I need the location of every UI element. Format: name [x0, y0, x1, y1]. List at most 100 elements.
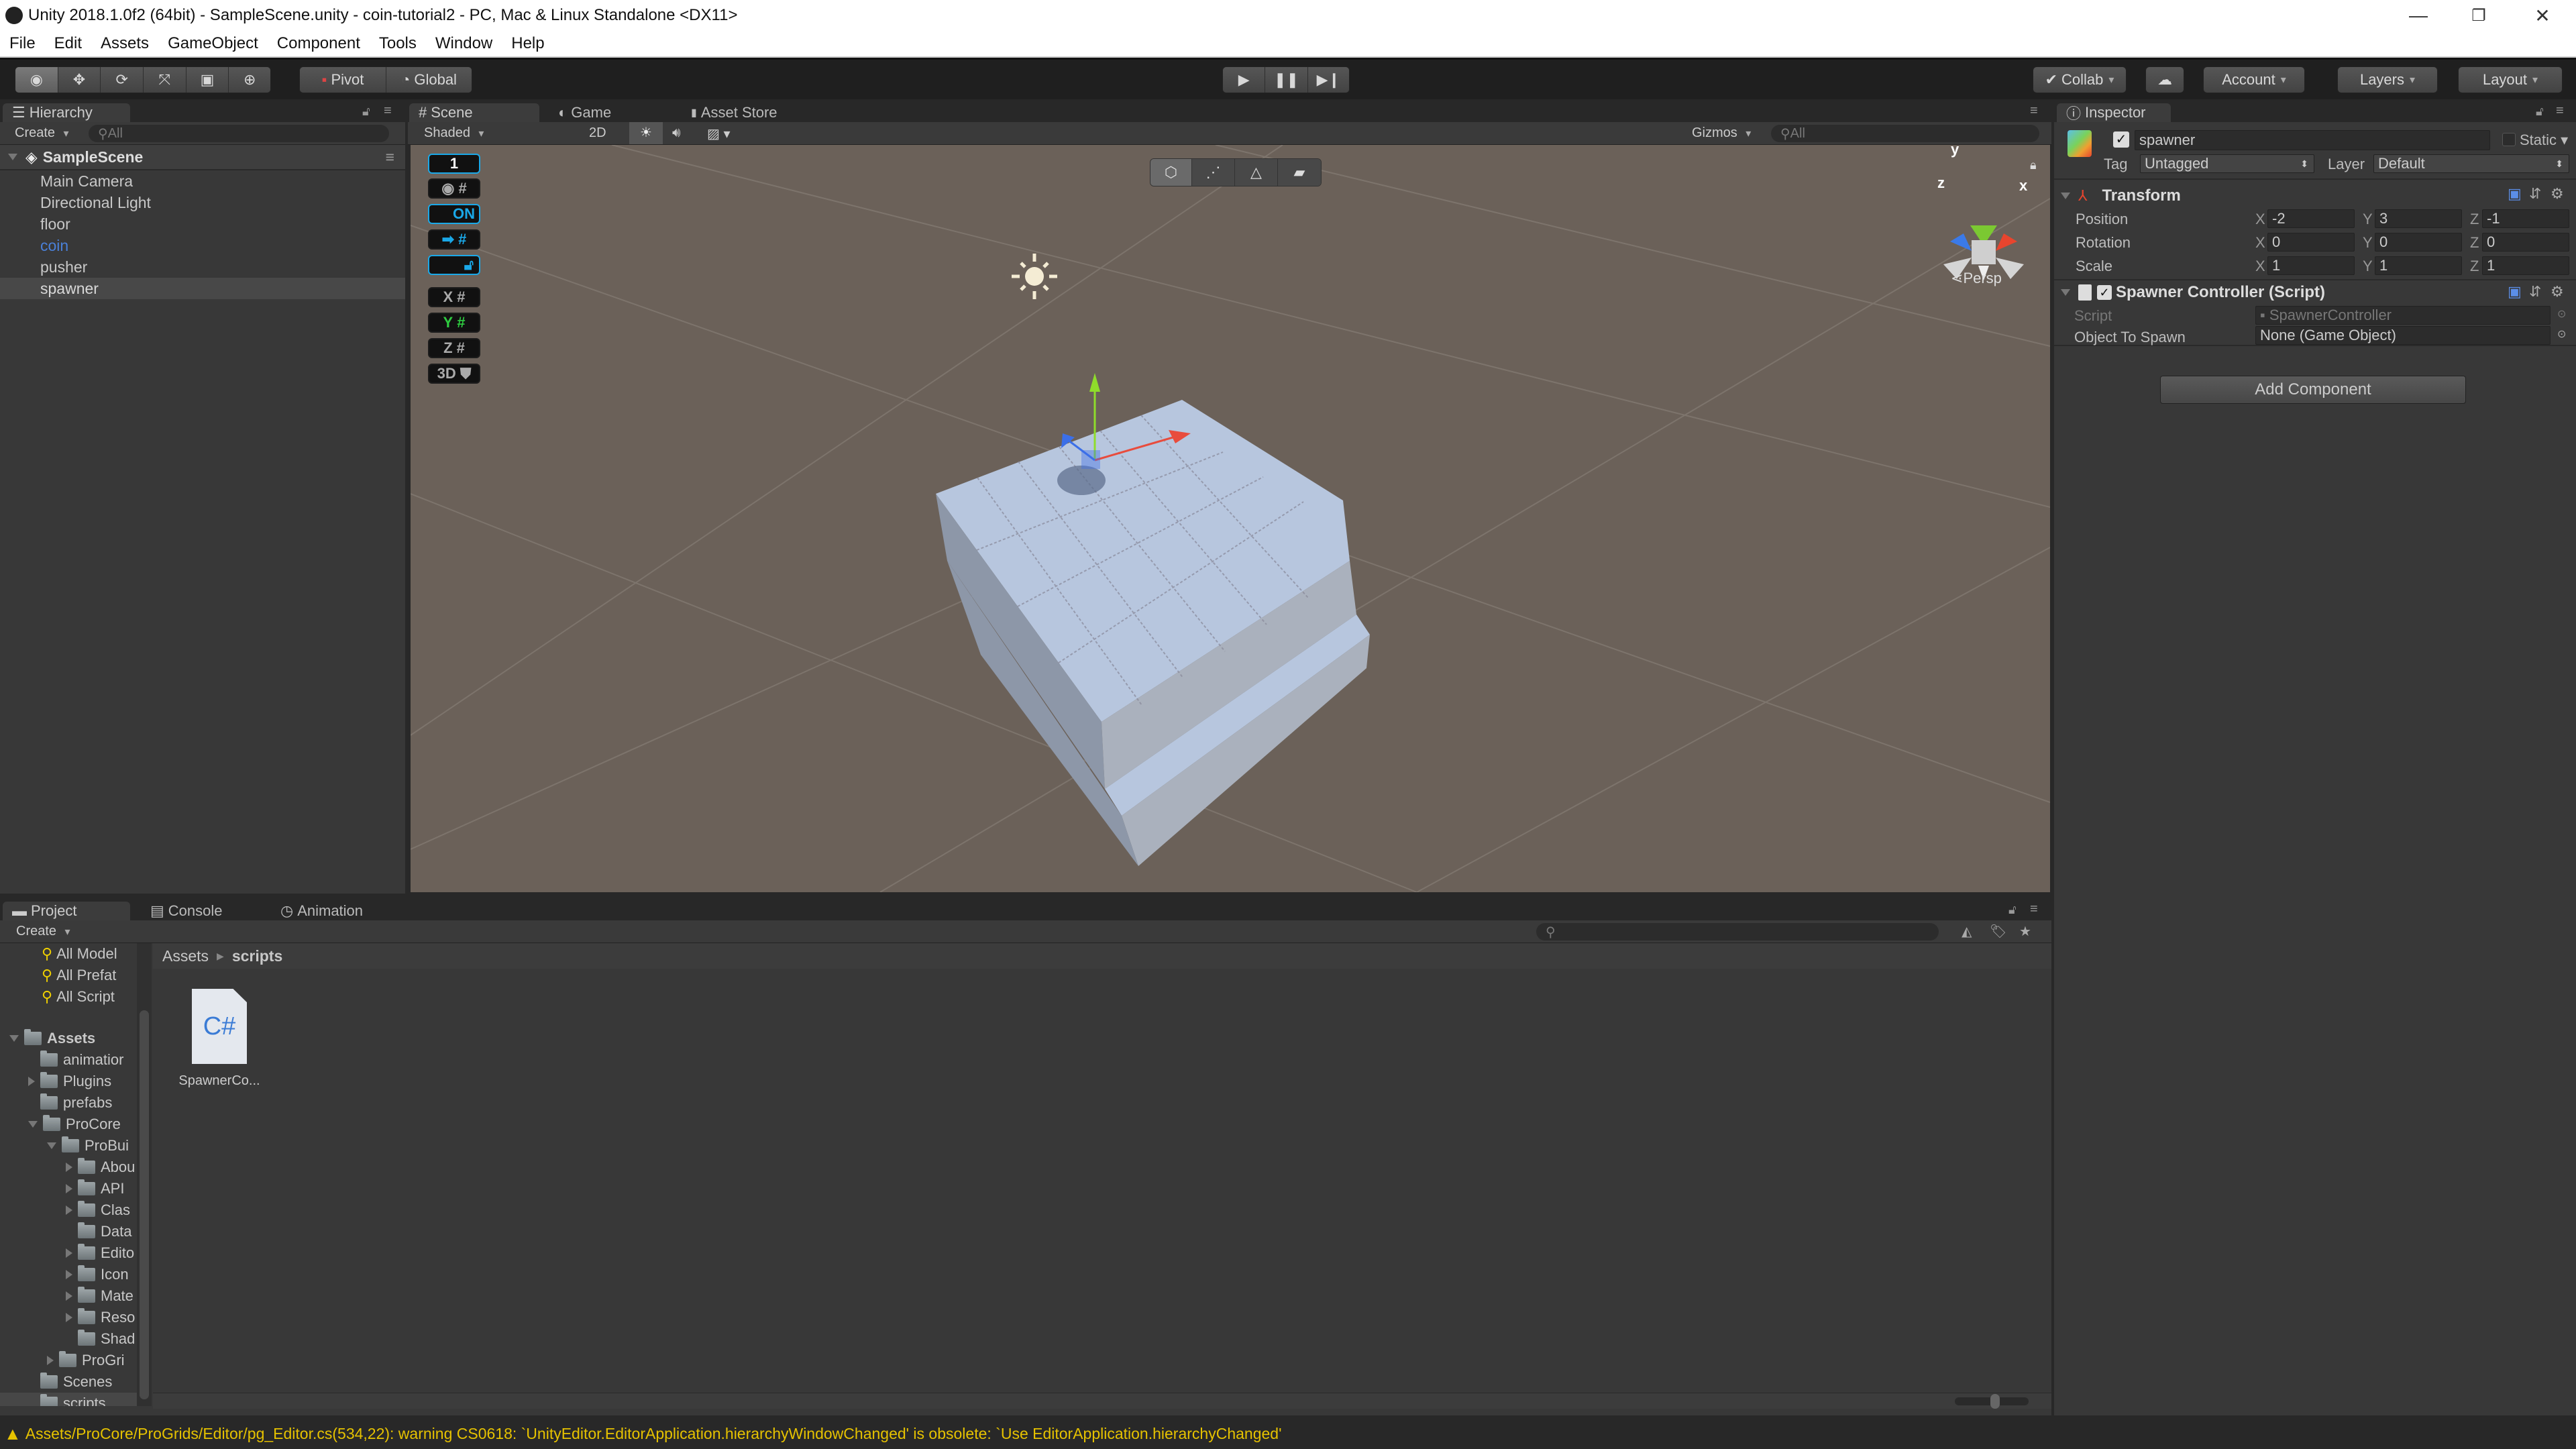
object-to-spawn-field[interactable]: None (Game Object)	[2255, 326, 2551, 345]
pause-button[interactable]: ❚❚	[1265, 67, 1308, 93]
folder-tree-item[interactable]: Edito	[66, 1242, 134, 1264]
transform-tool-button[interactable]: ⊕	[229, 67, 270, 93]
progrids-lock[interactable]: 🔓︎	[428, 255, 480, 275]
folder-tree-item[interactable]: ProBui	[47, 1135, 129, 1157]
menu-help[interactable]: Help	[511, 34, 544, 53]
tab-hierarchy[interactable]: ☰ Hierarchy	[3, 103, 130, 122]
hierarchy-item[interactable]: spawner	[0, 278, 405, 299]
panel-menu-icon[interactable]: ≡	[384, 103, 392, 119]
rotation-z-input[interactable]: 0	[2482, 233, 2569, 252]
expand-arrow-icon[interactable]	[28, 1121, 38, 1128]
directional-light-gizmo[interactable]	[1012, 254, 1057, 299]
breadcrumb-scripts[interactable]: scripts	[232, 947, 282, 965]
folder-tree-item[interactable]: ProCore	[28, 1114, 121, 1135]
collapse-arrow-icon[interactable]	[2061, 289, 2070, 296]
scale-z-input[interactable]: 1	[2482, 256, 2569, 275]
menu-window[interactable]: Window	[435, 34, 492, 53]
transform-header[interactable]: ⅄ Transform	[2061, 186, 2576, 205]
object-name-input[interactable]: spawner	[2135, 130, 2490, 150]
hierarchy-item[interactable]: Directional Light	[0, 192, 405, 213]
collapse-arrow-icon[interactable]	[66, 1313, 72, 1322]
vertex-mode-button[interactable]: ⋰	[1192, 159, 1235, 186]
projection-toggle[interactable]: ⋖Persp	[1951, 270, 2002, 287]
hierarchy-item[interactable]: pusher	[0, 256, 405, 278]
lock-icon[interactable]: 🔓︎	[2536, 105, 2544, 119]
gear-icon[interactable]: ⚙	[2551, 283, 2564, 301]
collapse-arrow-icon[interactable]	[2061, 193, 2070, 199]
menu-edit[interactable]: Edit	[54, 34, 82, 53]
layer-dropdown[interactable]: Default ⬍	[2373, 154, 2569, 173]
slider-thumb[interactable]	[1990, 1394, 2000, 1409]
rotation-y-input[interactable]: 0	[2375, 233, 2462, 252]
effects-dropdown[interactable]: ▨ ▾	[707, 125, 731, 142]
lock-icon[interactable]: 🔓︎	[2008, 903, 2017, 917]
collapse-arrow-icon[interactable]	[28, 1077, 35, 1086]
file-item[interactable]: C# SpawnerCo...	[176, 989, 263, 1089]
folder-tree-item[interactable]: Plugins	[28, 1071, 111, 1092]
panel-menu-icon[interactable]: ≡	[2030, 902, 2038, 917]
shading-mode-dropdown[interactable]: Shaded	[424, 125, 578, 141]
view-tool-button[interactable]: ◉	[15, 67, 58, 93]
face-mode-button[interactable]: ▰	[1278, 159, 1321, 186]
collapse-arrow-icon[interactable]	[47, 1356, 54, 1365]
minimize-button[interactable]: —	[2388, 0, 2449, 31]
lock-icon[interactable]: 🔓︎	[362, 105, 370, 119]
gear-icon[interactable]: ⚙	[2551, 185, 2564, 203]
scale-x-input[interactable]: 1	[2267, 256, 2355, 275]
panel-menu-icon[interactable]: ≡	[2030, 103, 2038, 119]
favorite-star-icon[interactable]: ★	[2019, 923, 2031, 940]
z-cone[interactable]	[1950, 233, 1972, 251]
play-button[interactable]: ▶	[1223, 67, 1266, 93]
help-icon[interactable]: ▣	[2508, 283, 2522, 301]
collapse-arrow-icon[interactable]	[66, 1205, 72, 1215]
hierarchy-item[interactable]: coin	[0, 235, 405, 256]
progrids-size[interactable]: 1	[428, 154, 480, 174]
expand-arrow-icon[interactable]	[47, 1142, 56, 1149]
folder-tree-item[interactable]: Reso	[66, 1307, 135, 1328]
tab-scene[interactable]: # Scene	[409, 103, 539, 122]
tab-game[interactable]: ◐ Game	[549, 103, 621, 122]
collab-dropdown[interactable]: ✔ Collab	[2033, 66, 2127, 93]
layout-dropdown[interactable]: Layout	[2458, 66, 2563, 93]
filter-by-label-icon[interactable]: 🏷︎	[1990, 923, 2006, 940]
hierarchy-item[interactable]: Main Camera	[0, 170, 405, 192]
create-dropdown[interactable]: Create	[16, 924, 70, 939]
tab-project[interactable]: ▬ Project	[3, 902, 130, 920]
object-picker-icon[interactable]: ⊙	[2557, 307, 2566, 321]
folder-tree-item[interactable]: Scenes	[28, 1371, 112, 1393]
rotation-x-input[interactable]: 0	[2267, 233, 2355, 252]
audio-toggle[interactable]: 🔊︎	[672, 125, 681, 141]
folder-tree-item[interactable]: Data	[66, 1221, 131, 1242]
collapse-arrow-icon[interactable]	[66, 1184, 72, 1193]
rotate-tool-button[interactable]: ⟳	[101, 67, 144, 93]
favorite-search-item[interactable]: ⚲ All Prefat	[42, 965, 116, 986]
folder-tree-item[interactable]: API	[66, 1178, 124, 1199]
preset-icon[interactable]: ⇵	[2529, 283, 2541, 301]
collapse-arrow-icon[interactable]	[66, 1291, 72, 1301]
menu-gameobject[interactable]: GameObject	[168, 34, 258, 53]
tab-console[interactable]: ▤ Console	[141, 902, 232, 920]
menu-tools[interactable]: Tools	[379, 34, 417, 53]
menu-component[interactable]: Component	[277, 34, 360, 53]
cloud-button[interactable]: ☁	[2145, 66, 2184, 93]
project-search-input[interactable]: ⚲	[1536, 923, 1939, 941]
collapse-arrow-icon[interactable]	[66, 1163, 72, 1172]
menu-file[interactable]: File	[9, 34, 36, 53]
close-button[interactable]: ✕	[2512, 0, 2573, 31]
favorite-search-item[interactable]: ⚲ All Script	[42, 986, 115, 1008]
progrids-axis-z[interactable]: Z #	[428, 338, 480, 358]
folder-tree-item[interactable]: Abou	[66, 1157, 135, 1178]
hierarchy-search-input[interactable]: ⚲ All	[89, 125, 389, 142]
script-header[interactable]: ✓ Spawner Controller (Script)	[2061, 283, 2576, 302]
lock-icon[interactable]: 🔒︎	[2030, 158, 2037, 172]
folder-tree-item[interactable]: ProGri	[47, 1350, 125, 1371]
lighting-toggle[interactable]: ☀	[629, 122, 663, 144]
scene-viewport[interactable]: y z x 🔒︎ ⋖Persp ⬡ ⋰ △ ▰ 1 ◉ # ON ➡ # 🔓︎ …	[411, 145, 2050, 892]
progrids-push-to-grid[interactable]: ➡ #	[428, 229, 480, 250]
scale-tool-button[interactable]: ⤧	[144, 67, 186, 93]
expand-arrow-icon[interactable]	[9, 1035, 19, 1042]
rect-tool-button[interactable]: ▣	[186, 67, 229, 93]
layers-dropdown[interactable]: Layers	[2337, 66, 2438, 93]
hierarchy-item[interactable]: floor	[0, 213, 405, 235]
account-dropdown[interactable]: Account	[2203, 66, 2305, 93]
